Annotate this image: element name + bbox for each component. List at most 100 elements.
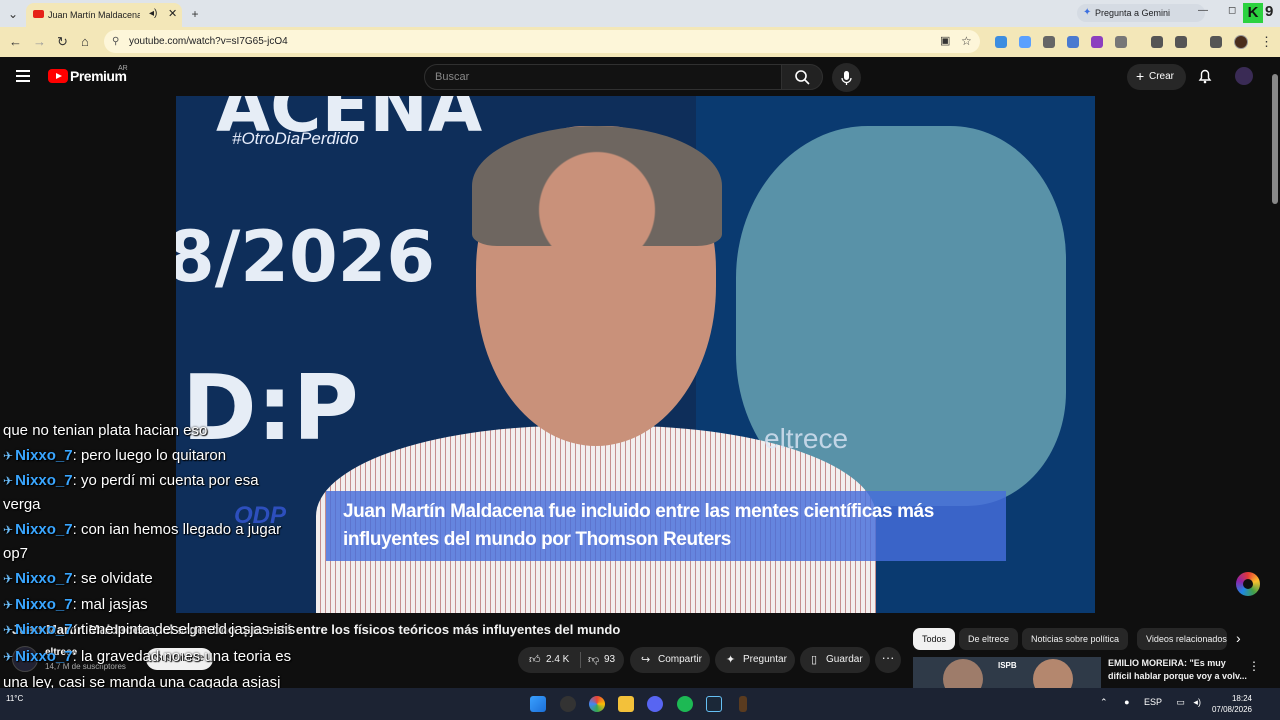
speaker-icon[interactable]: ◂) bbox=[149, 8, 157, 19]
thumbs-down-icon[interactable]: 👎︎ bbox=[588, 647, 599, 673]
network-icon[interactable]: ▭ bbox=[1176, 697, 1185, 707]
taskbar bbox=[0, 688, 1280, 720]
lower-third-text: Juan Martín Maldacena fue incluido entre… bbox=[343, 501, 934, 550]
chat-username: Nixxo_7 bbox=[15, 472, 73, 489]
more-actions-button[interactable]: ··· bbox=[875, 647, 901, 673]
tray-mic-icon[interactable]: ● bbox=[1124, 697, 1129, 707]
browser-menu-icon[interactable]: ⋮ bbox=[1260, 34, 1273, 50]
restore-icon[interactable]: ◻ bbox=[1228, 5, 1236, 16]
bookmark-icon: ▯ bbox=[811, 654, 818, 666]
tray-chevron-icon[interactable]: ⌃ bbox=[1100, 697, 1108, 707]
related-menu-icon[interactable]: ⋮ bbox=[1248, 659, 1260, 673]
profile-avatar[interactable] bbox=[1234, 35, 1248, 49]
ask-label: Preguntar bbox=[743, 654, 787, 665]
chat-message: ✈ Nixxo_7: tiene pinta desel meld jasjas … bbox=[3, 619, 295, 641]
chat-text: : mal jasjas bbox=[72, 596, 148, 613]
keyboard-language[interactable]: ESP bbox=[1144, 697, 1162, 707]
chat-message: ✈ Nixxo_7: yo perdí mi cuenta por esa bbox=[3, 470, 259, 492]
weather-widget[interactable]: 11°C bbox=[6, 694, 23, 703]
extension-5-icon[interactable] bbox=[1091, 36, 1103, 48]
lower-third-caption: Juan Martín Maldacena fue incluido entre… bbox=[326, 491, 1006, 561]
spotify-icon[interactable] bbox=[677, 696, 693, 712]
clock[interactable]: 18:24 07/08/2026 bbox=[1210, 693, 1252, 715]
hashtag-overlay: #OtroDiaPerdido bbox=[232, 129, 359, 148]
app-icon-2[interactable] bbox=[739, 696, 747, 712]
reading-list-icon[interactable] bbox=[1210, 36, 1222, 48]
voice-search-button[interactable] bbox=[832, 63, 861, 92]
volume-icon[interactable]: ◂) bbox=[1193, 697, 1201, 707]
url-text: youtube.com/watch?v=sI7G65-jcO4 bbox=[129, 36, 288, 47]
related-video-thumbnail[interactable]: ISPB bbox=[913, 657, 1101, 688]
chip-related-videos[interactable]: Videos relacionados bbox=[1137, 628, 1227, 650]
chat-text: que no tenian plata hacian eso bbox=[3, 422, 208, 439]
back-icon[interactable]: ← bbox=[9, 34, 22, 49]
chat-text: : la gravedad no es una teoria es bbox=[72, 648, 292, 665]
extension-2-icon[interactable] bbox=[1019, 36, 1031, 48]
chat-username: Nixxo_7 bbox=[15, 596, 73, 613]
dislike-count[interactable]: 93 bbox=[604, 647, 615, 673]
search-button[interactable] bbox=[781, 64, 823, 90]
chat-text: op7 bbox=[3, 545, 29, 562]
save-button[interactable]: ▯ Guardar bbox=[800, 647, 870, 673]
install-icon[interactable]: ▣ bbox=[940, 34, 950, 47]
extension-4-icon[interactable] bbox=[1067, 36, 1079, 48]
create-button[interactable]: Crear bbox=[1127, 63, 1186, 90]
chat-text: : pero luego lo quitaron bbox=[72, 447, 227, 464]
clock-date: 07/08/2026 bbox=[1211, 705, 1252, 714]
address-bar-row: ← → ↻ ⌂ ⚲ youtube.com/watch?v=sI7G65-jcO… bbox=[0, 27, 1280, 57]
hamburger-menu-icon[interactable] bbox=[16, 70, 30, 82]
country-code: AR bbox=[118, 65, 128, 72]
home-icon[interactable]: ⌂ bbox=[81, 34, 89, 49]
app-icon-1[interactable] bbox=[560, 696, 576, 712]
extension-3-icon[interactable] bbox=[1043, 36, 1055, 48]
sparkle-icon: ✦ bbox=[726, 654, 736, 666]
windows-start-icon[interactable] bbox=[530, 696, 546, 712]
notifications-bell-icon[interactable] bbox=[1197, 68, 1213, 84]
chat-overlay: que no tenian plata hacian eso ✈ Nixxo_7: … bbox=[0, 398, 320, 720]
chip-all[interactable]: Todos bbox=[913, 628, 956, 650]
like-divider bbox=[580, 652, 581, 668]
forward-icon[interactable]: → bbox=[33, 34, 46, 49]
chat-username: Nixxo_7 bbox=[15, 521, 73, 538]
chrome-icon[interactable] bbox=[589, 696, 605, 712]
file-explorer-icon[interactable] bbox=[618, 696, 634, 712]
scrollbar-thumb[interactable] bbox=[1272, 74, 1278, 204]
microphone-icon bbox=[841, 71, 852, 85]
chip-from-channel[interactable]: De eltrece bbox=[959, 628, 1019, 650]
chat-username: Nixxo_7 bbox=[15, 648, 73, 665]
like-count[interactable]: 2.4 K bbox=[546, 647, 569, 673]
youtube-logo-icon[interactable] bbox=[48, 69, 68, 83]
url-field[interactable]: ⚲ youtube.com/watch?v=sI7G65-jcO4 bbox=[104, 30, 980, 53]
extension-1-icon[interactable] bbox=[995, 36, 1007, 48]
chat-username: Nixxo_7 bbox=[15, 621, 73, 638]
sword-badge-icon: ✈ bbox=[3, 474, 14, 488]
chip-politics-news[interactable]: Noticias sobre política bbox=[1022, 628, 1129, 650]
extensions-puzzle-icon[interactable] bbox=[1115, 36, 1127, 48]
related-video-title[interactable]: EMILIO MOREIRA: "Es muy difícil hablar p… bbox=[1108, 657, 1248, 683]
ask-button[interactable]: ✦ Preguntar bbox=[715, 647, 795, 673]
nine-badge: 9 bbox=[1265, 3, 1274, 20]
chat-message: verga bbox=[3, 494, 41, 516]
chevron-right-icon[interactable]: › bbox=[1236, 630, 1241, 646]
bookmark-star-icon[interactable]: ☆ bbox=[961, 34, 972, 48]
new-tab-button[interactable]: + bbox=[186, 5, 204, 23]
discord-icon[interactable] bbox=[647, 696, 663, 712]
site-info-icon[interactable]: ⚲ bbox=[112, 30, 119, 53]
media-icon[interactable] bbox=[1175, 36, 1187, 48]
chat-message: op7 bbox=[3, 543, 28, 565]
chat-message: ✈ Nixxo_7: con ian hemos llegado a jugar bbox=[3, 519, 281, 541]
gemini-button[interactable]: Pregunta a Gemini bbox=[1077, 4, 1205, 22]
thumbs-up-icon[interactable]: 👍︎ bbox=[529, 647, 541, 673]
share-button[interactable]: ↪ Compartir bbox=[630, 647, 710, 673]
user-avatar[interactable] bbox=[1235, 67, 1253, 85]
browser-tab[interactable]: Juan Martín Maldacena, el ◂) ✕ bbox=[26, 3, 182, 27]
reload-icon[interactable]: ↻ bbox=[57, 34, 68, 50]
close-tab-icon[interactable]: ✕ bbox=[168, 7, 177, 20]
chat-message: que no tenian plata hacian eso bbox=[3, 420, 207, 442]
bookmarks-icon[interactable] bbox=[1151, 36, 1163, 48]
minimize-icon[interactable]: — bbox=[1198, 5, 1208, 16]
search-input[interactable]: Buscar bbox=[424, 64, 782, 90]
thumb-person-1 bbox=[943, 659, 983, 688]
steam-icon[interactable] bbox=[706, 696, 722, 712]
tab-search-icon[interactable]: ⌄ bbox=[4, 5, 22, 23]
